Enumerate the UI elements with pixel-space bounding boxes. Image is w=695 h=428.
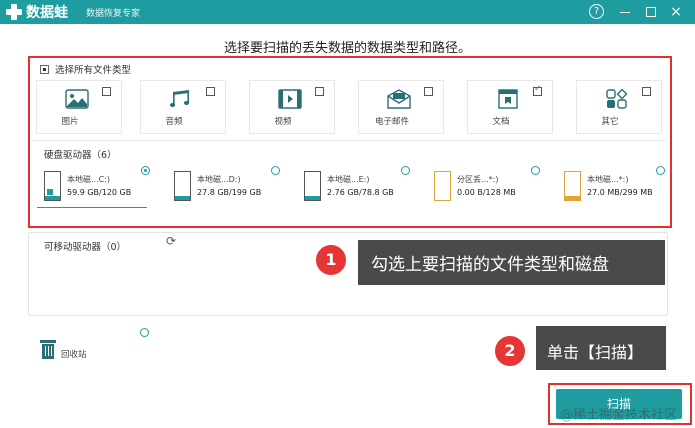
file-type-label: 图片 (61, 117, 79, 127)
drive-name: 本地磁...C:) (67, 175, 111, 184)
drive-lost-partition[interactable]: 分区丢...*:) 0.00 B/128 MB (426, 166, 546, 206)
file-type-image[interactable]: 图片 (36, 80, 122, 134)
file-type-email[interactable]: 电子邮件 (358, 80, 444, 134)
drive-name: 本地磁...*:) (587, 175, 629, 184)
help-icon[interactable]: ? (589, 4, 604, 19)
file-type-label: 其它 (601, 117, 619, 127)
drive-e[interactable]: 本地磁...E:) 2.76 GB/78.8 GB (296, 166, 416, 206)
app-name: 数据蛙 (26, 5, 68, 21)
drive-local-unknown-radio[interactable] (656, 166, 665, 175)
drive-c[interactable]: 本地磁...C:) 59.9 GB/120 GB (36, 166, 156, 206)
system-drive-icon (44, 171, 61, 201)
email-checkbox[interactable] (424, 87, 433, 96)
drive-size: 0.00 B/128 MB (457, 188, 516, 197)
hard-drive-icon (304, 171, 321, 201)
close-icon[interactable]: × (668, 4, 684, 20)
video-icon (278, 89, 302, 109)
file-type-label: 文档 (492, 117, 510, 127)
other-checkbox[interactable] (642, 87, 651, 96)
trash-icon[interactable] (40, 340, 56, 359)
select-all-label: 选择所有文件类型 (55, 65, 132, 76)
selected-drive-underline (37, 207, 147, 208)
step-callout-1: 勾选上要扫描的文件类型和磁盘 (358, 240, 665, 285)
drive-e-radio[interactable] (401, 166, 410, 175)
callout-text: 单击【扫描】 (547, 343, 644, 362)
step-badge-2: 2 (494, 335, 526, 367)
callout-text: 勾选上要扫描的文件类型和磁盘 (371, 255, 609, 275)
file-type-video[interactable]: 视频 (249, 80, 335, 134)
app-subtitle: 数据恢复专家 (86, 9, 141, 19)
title-bar: 数据蛙 数据恢复专家 ? × (0, 0, 695, 24)
drive-c-radio[interactable] (141, 166, 150, 175)
partition-drive-icon (434, 171, 451, 201)
select-all-check[interactable] (40, 64, 49, 74)
image-icon (65, 89, 89, 109)
file-type-document[interactable]: 文档 (467, 80, 553, 134)
drive-size: 59.9 GB/120 GB (67, 188, 132, 197)
divider (32, 140, 666, 141)
file-type-other[interactable]: 其它 (576, 80, 662, 134)
document-checkbox[interactable] (533, 84, 542, 96)
refresh-icon[interactable]: ⟳ (166, 235, 177, 247)
video-checkbox[interactable] (315, 87, 324, 96)
recycle-bin-radio[interactable] (140, 328, 149, 337)
file-type-label: 音频 (165, 117, 183, 127)
watermark: @稀土掘金技术社区 (560, 408, 678, 423)
drive-d[interactable]: 本地磁...D:) 27.8 GB/199 GB (166, 166, 286, 206)
step-badge-1: 1 (315, 244, 347, 276)
logo-cross-icon (6, 4, 22, 20)
document-icon (498, 89, 518, 109)
music-icon (169, 90, 190, 107)
step-callout-2: 单击【扫描】 (536, 326, 666, 370)
image-checkbox[interactable] (102, 87, 111, 96)
removable-drives-title: 可移动驱动器（0） (44, 242, 127, 253)
file-type-audio[interactable]: 音频 (140, 80, 226, 134)
email-icon (387, 89, 411, 109)
other-icon (606, 89, 628, 109)
drive-lost-partition-radio[interactable] (531, 166, 540, 175)
drive-d-radio[interactable] (271, 166, 280, 175)
drive-size: 27.8 GB/199 GB (197, 188, 262, 197)
app-logo: 数据蛙 (6, 2, 68, 22)
drive-name: 本地磁...D:) (197, 175, 241, 184)
hard-drives-title: 硬盘驱动器（6） (44, 150, 117, 161)
partition-drive-icon (564, 171, 581, 201)
file-type-label: 电子邮件 (374, 117, 409, 127)
maximize-icon[interactable] (643, 4, 659, 20)
minimize-icon[interactable] (617, 4, 633, 20)
audio-checkbox[interactable] (206, 87, 215, 96)
page-heading: 选择要扫描的丢失数据的数据类型和路径。 (223, 41, 471, 56)
select-all-types-checkbox[interactable]: 选择所有文件类型 (40, 62, 131, 76)
drive-size: 27.0 MB/299 MB (587, 188, 653, 197)
drive-name: 本地磁...E:) (327, 175, 370, 184)
hard-drive-icon (174, 171, 191, 201)
drive-name: 分区丢...*:) (457, 175, 499, 184)
drive-size: 2.76 GB/78.8 GB (327, 188, 394, 197)
recycle-bin-label[interactable]: 回收站 (61, 348, 87, 360)
file-type-label: 视频 (274, 117, 292, 127)
